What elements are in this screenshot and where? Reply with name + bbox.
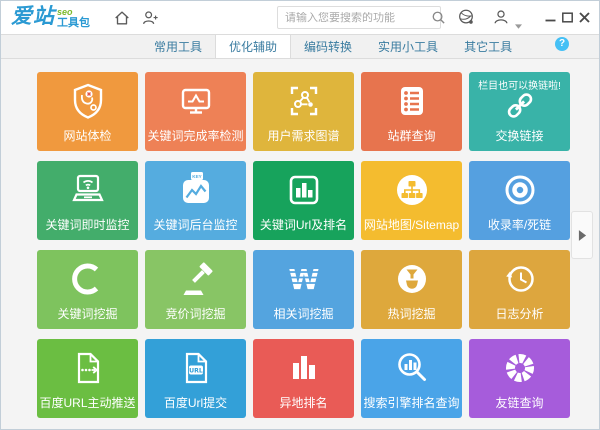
tile-target-rings[interactable]: 收录率/死链: [469, 161, 570, 240]
app-logo: 爱站 seo 工具包: [11, 5, 90, 29]
tile-letter-c[interactable]: 关键词挖掘: [37, 250, 138, 329]
logo-sub-text: 工具包: [57, 18, 90, 29]
magnifier-bars-icon: [392, 348, 432, 388]
tile-sitemap-circle[interactable]: 网站地图/Sitemap: [361, 161, 462, 240]
tool-grid-area: 网站体检关键词完成率检测用户需求图谱站群查询栏目也可以换链啦!交换链接关键词即时…: [1, 59, 599, 430]
doc-url-icon: URL: [176, 348, 216, 388]
tile-label: 网站地图/Sitemap: [361, 216, 462, 233]
bars-icon: [284, 348, 324, 388]
svg-text:URL: URL: [189, 367, 203, 374]
tile-shield-checkup[interactable]: 网站体检: [37, 72, 138, 151]
tile-label: 竞价词挖掘: [145, 305, 246, 322]
chart-flag-icon: KEY: [176, 170, 216, 210]
function-search: [277, 6, 441, 29]
tile-laptop-wifi[interactable]: 关键词即时监控: [37, 161, 138, 240]
chevron-down-icon[interactable]: [515, 16, 522, 21]
tile-label: 百度URL主动推送: [37, 394, 138, 411]
chain-link-icon: [503, 89, 536, 122]
tile-letter-w[interactable]: W 相关词挖掘: [253, 250, 354, 329]
square-bars-icon: [284, 170, 324, 210]
gavel-icon: [176, 259, 216, 299]
tile-monitor-pulse[interactable]: 关键词完成率检测: [145, 72, 246, 151]
svg-text:KEY: KEY: [192, 174, 201, 179]
search-icon[interactable]: [431, 10, 446, 25]
tab-3[interactable]: 实用小工具: [365, 35, 451, 58]
laptop-wifi-icon: [68, 170, 108, 210]
next-page-button[interactable]: [571, 211, 593, 259]
tile-label: 关键词挖掘: [37, 305, 138, 322]
home-icon[interactable]: [113, 9, 131, 27]
tile-label: 交换链接: [469, 127, 570, 144]
tab-4[interactable]: 其它工具: [451, 35, 525, 58]
target-rings-icon: [500, 170, 540, 210]
tile-label: 网站体检: [37, 127, 138, 144]
logo-seo-text: seo: [57, 8, 90, 17]
tile-chart-flag[interactable]: KEY 关键词后台监控: [145, 161, 246, 240]
titlebar: 爱站 seo 工具包: [1, 1, 599, 34]
tile-shovel-circle[interactable]: 热词挖掘: [361, 250, 462, 329]
tile-label: 关键词后台监控: [145, 216, 246, 233]
tab-0[interactable]: 常用工具: [141, 35, 215, 58]
user-icon[interactable]: [492, 8, 510, 26]
tile-grid: 网站体检关键词完成率检测用户需求图谱站群查询栏目也可以换链啦!交换链接关键词即时…: [37, 72, 599, 418]
shield-checkup-icon: [68, 81, 108, 121]
tile-magnifier-bars[interactable]: 搜索引擎排名查询: [361, 339, 462, 418]
shovel-circle-icon: [392, 259, 432, 299]
tile-bars[interactable]: 异地排名: [253, 339, 354, 418]
tile-doc-url[interactable]: URL 百度Url提交: [145, 339, 246, 418]
app-window: 爱站 seo 工具包: [0, 0, 600, 430]
tabbar: 常用工具优化辅助编码转换实用小工具其它工具 ?: [1, 34, 599, 59]
tile-demand-graph[interactable]: 用户需求图谱: [253, 72, 354, 151]
arrow-right-icon: [578, 230, 587, 241]
letter-w-icon: W: [284, 259, 324, 299]
search-input[interactable]: [278, 12, 431, 24]
logo-main-text: 爱站: [11, 5, 55, 29]
tile-label: 日志分析: [469, 305, 570, 322]
tab-2[interactable]: 编码转换: [291, 35, 365, 58]
tile-label: 搜索引擎排名查询: [361, 394, 462, 411]
tile-doc-arrow[interactable]: 百度URL主动推送: [37, 339, 138, 418]
tile-label: 收录率/死链: [469, 216, 570, 233]
segment-wheel-icon: [500, 348, 540, 388]
doc-arrow-icon: [68, 348, 108, 388]
tile-label: 友链查询: [469, 394, 570, 411]
tile-gavel[interactable]: 竞价词挖掘: [145, 250, 246, 329]
site-list-icon: [392, 81, 432, 121]
monitor-pulse-icon: [176, 81, 216, 121]
demand-graph-icon: [284, 81, 324, 121]
tile-label: 关键词Url及排名: [253, 216, 354, 233]
tile-segment-wheel[interactable]: 友链查询: [469, 339, 570, 418]
tile-label: 相关词挖掘: [253, 305, 354, 322]
network-icon[interactable]: [457, 8, 475, 26]
tile-label: 百度Url提交: [145, 394, 246, 411]
tile-label: 站群查询: [361, 127, 462, 144]
tile-label: 异地排名: [253, 394, 354, 411]
clock-history-icon: [500, 259, 540, 299]
tab-1[interactable]: 优化辅助: [215, 35, 291, 58]
tile-clock-history[interactable]: 日志分析: [469, 250, 570, 329]
close-button[interactable]: [578, 11, 591, 24]
tile-label: 关键词完成率检测: [145, 127, 246, 144]
tile-chain-link[interactable]: 栏目也可以换链啦!交换链接: [469, 72, 570, 151]
tile-label: 关键词即时监控: [37, 216, 138, 233]
maximize-button[interactable]: [561, 11, 574, 24]
tab-list: 常用工具优化辅助编码转换实用小工具其它工具: [141, 35, 525, 58]
tile-square-bars[interactable]: 关键词Url及排名: [253, 161, 354, 240]
minimize-button[interactable]: [544, 11, 557, 24]
letter-c-icon: [68, 259, 108, 299]
sitemap-circle-icon: [392, 170, 432, 210]
help-icon[interactable]: ?: [555, 37, 569, 51]
tile-site-list[interactable]: 站群查询: [361, 72, 462, 151]
svg-text:W: W: [288, 263, 319, 296]
tile-label: 热词挖掘: [361, 305, 462, 322]
tile-label: 用户需求图谱: [253, 127, 354, 144]
user-plus-icon[interactable]: [141, 9, 159, 27]
